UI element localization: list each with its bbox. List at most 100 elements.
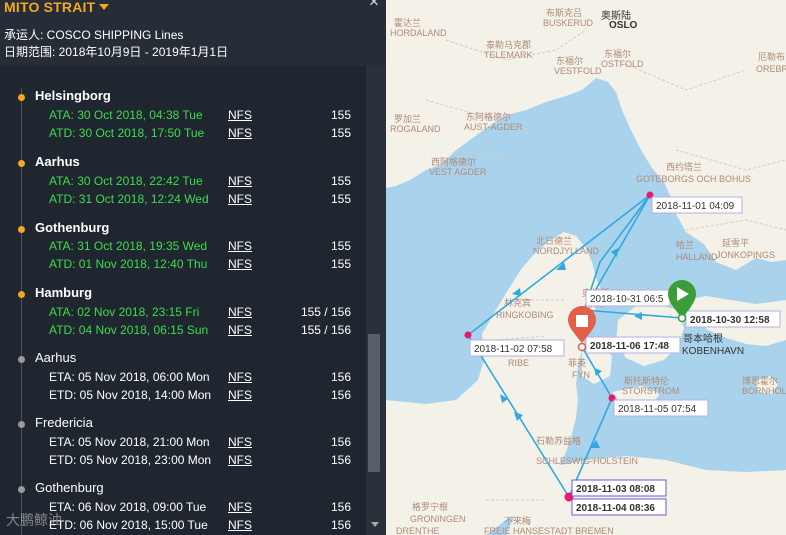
port-call-item: Aarhus ATA: 30 Oct 2018, 22:42 Tue NFS 1… (0, 154, 366, 220)
event-quantity: 156 (330, 453, 351, 467)
map-label: RIBE (508, 358, 529, 368)
map-label: 格罗宁根 (412, 501, 448, 512)
event-quantity: 156 (330, 388, 351, 402)
waypoint-dot (464, 331, 472, 339)
event-time: ATD: 31 Oct 2018, 12:24 Wed (49, 192, 209, 206)
timestamp-label: 2018-11-04 08:36 (576, 503, 655, 514)
map-label: VESTFOLD (554, 66, 602, 76)
port-name: Gothenburg (35, 480, 104, 495)
port-call-item: Aarhus ETA: 05 Nov 2018, 06:00 Mon NFS 1… (0, 350, 366, 416)
nfs-link[interactable]: NFS (228, 323, 252, 337)
event-time: ATA: 30 Oct 2018, 04:38 Tue (49, 108, 203, 122)
port-call-item: Helsingborg ATA: 30 Oct 2018, 04:38 Tue … (0, 88, 366, 154)
map-label: FYN (572, 370, 590, 380)
timestamp-label: 2018-11-06 17:48 (590, 341, 669, 352)
event-time: ATA: 30 Oct 2018, 22:42 Tue (49, 174, 203, 188)
nfs-link[interactable]: NFS (228, 518, 252, 532)
event-quantity: 155 (330, 174, 351, 188)
map-label: 石勒苏益格 (536, 435, 581, 446)
timeline-dot-icon (18, 291, 25, 298)
map-label: ROGALAND (390, 124, 441, 134)
map-label: STORSTROM (622, 386, 679, 396)
event-time: ATA: 02 Nov 2018, 23:15 Fri (49, 305, 200, 319)
map-label: 东福尔 (604, 48, 631, 59)
panel-header: MITO STRAIT ✕ 承运人: COSCO SHIPPING Lines … (0, 0, 386, 66)
nfs-link[interactable]: NFS (228, 192, 252, 206)
scrollbar-thumb[interactable] (368, 334, 380, 472)
nfs-link[interactable]: NFS (228, 388, 252, 402)
event-quantity: 155 (330, 126, 351, 140)
timeline-dot-icon (18, 486, 25, 493)
event-quantity: 156 (330, 500, 351, 514)
map-label: 布斯克吕 (546, 7, 582, 18)
timestamp-label: 2018-11-03 08:08 (576, 484, 655, 495)
map-label: GRONINGEN (410, 514, 466, 524)
map-label: 霍达兰 (394, 17, 421, 28)
port-name: Fredericia (35, 415, 93, 430)
event-quantity: 156 (330, 370, 351, 384)
event-time: ETD: 05 Nov 2018, 23:00 Mon (49, 453, 212, 467)
scroll-down-arrow-icon[interactable] (371, 522, 379, 527)
map-canvas[interactable]: 奥斯陆 OSLO 霍达兰 HORDALAND 布斯克吕 BUSKERUD 泰勒马… (386, 0, 786, 535)
voyage-panel: MITO STRAIT ✕ 承运人: COSCO SHIPPING Lines … (0, 0, 386, 535)
event-time: ATD: 04 Nov 2018, 06:15 Sun (49, 323, 209, 337)
event-time: ATD: 01 Nov 2018, 12:40 Thu (49, 257, 208, 271)
event-row: ETA: 05 Nov 2018, 21:00 Mon NFS 156 (0, 435, 366, 453)
nfs-link[interactable]: NFS (228, 239, 252, 253)
carrier-text: 承运人: COSCO SHIPPING Lines (4, 28, 184, 42)
port-name: Helsingborg (35, 88, 111, 103)
map-label: 林克宾 (504, 297, 531, 308)
map-label: OSLO (609, 20, 638, 31)
map-label: BUSKERUD (543, 18, 594, 28)
event-row: ATA: 30 Oct 2018, 04:38 Tue NFS 155 (0, 108, 366, 126)
nfs-link[interactable]: NFS (228, 108, 252, 122)
nfs-link[interactable]: NFS (228, 305, 252, 319)
caret-down-icon (99, 4, 110, 10)
event-time: ETD: 05 Nov 2018, 14:00 Mon (49, 388, 212, 402)
event-time: ETA: 06 Nov 2018, 09:00 Tue (49, 500, 207, 514)
timeline-dot-icon (18, 356, 25, 363)
port-call-item: Fredericia ETA: 05 Nov 2018, 21:00 Mon N… (0, 415, 366, 481)
timeline-dot-icon (18, 160, 25, 167)
nfs-link[interactable]: NFS (228, 370, 252, 384)
port-call-item: Gothenburg ATA: 31 Oct 2018, 19:35 Wed N… (0, 220, 366, 286)
nfs-link[interactable]: NFS (228, 126, 252, 140)
map-label: JONKOPINGS (716, 250, 775, 260)
event-quantity: 155 (330, 239, 351, 253)
event-row: ATA: 31 Oct 2018, 19:35 Wed NFS 155 (0, 239, 366, 257)
map-label: 博恩霍尔 (742, 375, 778, 386)
close-icon[interactable]: ✕ (364, 0, 384, 9)
vessel-selector[interactable]: MITO STRAIT (4, 0, 110, 15)
map-label: 西阿格德尔 (431, 156, 476, 167)
event-quantity: 155 (330, 257, 351, 271)
event-row: ATD: 30 Oct 2018, 17:50 Tue NFS 155 (0, 126, 366, 144)
nfs-link[interactable]: NFS (228, 257, 252, 271)
event-row: ATD: 01 Nov 2018, 12:40 Thu NFS 155 (0, 257, 366, 275)
event-quantity: 155 / 156 (300, 305, 351, 319)
map-label: 东阿格德尔 (466, 111, 511, 122)
nfs-link[interactable]: NFS (228, 435, 252, 449)
map-label: GOTEBORGS OCH BOHUS (636, 174, 751, 184)
route-map[interactable]: 奥斯陆 OSLO 霍达兰 HORDALAND 布斯克吕 BUSKERUD 泰勒马… (386, 0, 786, 535)
port-call-list[interactable]: Helsingborg ATA: 30 Oct 2018, 04:38 Tue … (0, 66, 366, 535)
event-time: ATD: 30 Oct 2018, 17:50 Tue (49, 126, 205, 140)
map-label: RINGKOBING (496, 310, 554, 320)
nfs-link[interactable]: NFS (228, 500, 252, 514)
map-label: OSTFOLD (601, 59, 644, 69)
map-label: 北日德兰 (536, 235, 572, 246)
event-row: ETD: 05 Nov 2018, 14:00 Mon NFS 156 (0, 388, 366, 406)
map-label: 西约塔兰 (666, 161, 702, 172)
timeline-dot-icon (18, 226, 25, 233)
map-label: 罗加兰 (394, 113, 421, 124)
event-time: ETA: 05 Nov 2018, 21:00 Mon (49, 435, 210, 449)
event-row: ATD: 04 Nov 2018, 06:15 Sun NFS 155 / 15… (0, 323, 366, 341)
timestamp-label: 2018-10-30 12:58 (690, 315, 770, 326)
port-name: Gothenburg (35, 220, 110, 235)
map-label: 延雪平 (722, 237, 749, 248)
map-label: FREIE HANSESTADT BREMEN (484, 526, 614, 535)
nfs-link[interactable]: NFS (228, 174, 252, 188)
event-time: ETD: 06 Nov 2018, 15:00 Tue (49, 518, 208, 532)
map-label: 泰勒马克郡 (486, 39, 531, 50)
timestamp-label: 2018-10-31 06:5 (590, 294, 664, 305)
nfs-link[interactable]: NFS (228, 453, 252, 467)
